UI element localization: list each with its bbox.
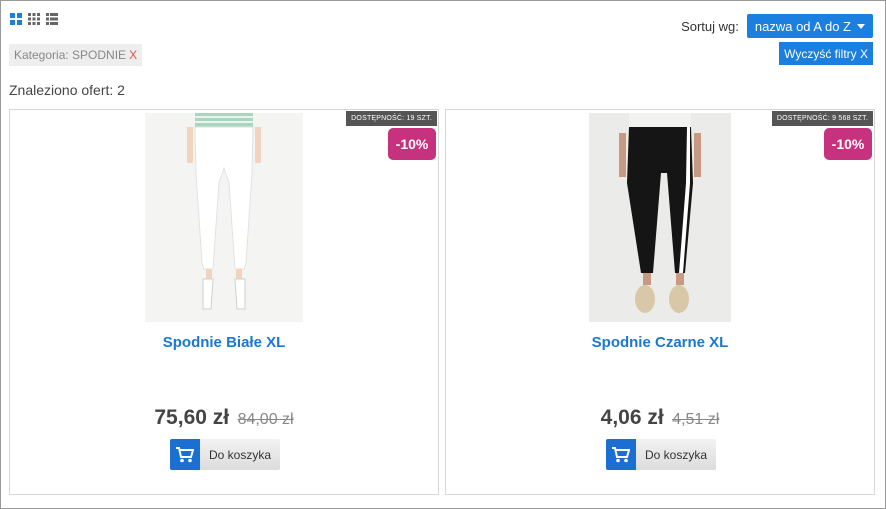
chevron-down-icon	[857, 23, 865, 29]
price-row: 4,06 zł 4,51 zł	[446, 406, 874, 430]
product-name-link[interactable]: Spodnie Czarne XL	[446, 334, 874, 351]
product-card: DOSTĘPNOŚĆ: 9 568 SZT. -10% Spodnie Czar…	[445, 109, 875, 495]
cart-icon	[606, 439, 636, 470]
stock-badge: DOSTĘPNOŚĆ: 9 568 SZT.	[771, 111, 873, 126]
sort-label: Sortuj wg:	[681, 18, 739, 34]
sort-select[interactable]: nazwa od A do Z	[746, 14, 873, 38]
results-count: Znaleziono ofert: 2	[9, 82, 125, 98]
add-to-cart-button[interactable]: Do koszyka	[170, 439, 280, 470]
filter-tag-label: Kategoria: SPODNIE	[14, 48, 127, 62]
add-to-cart-label: Do koszyka	[636, 439, 716, 470]
price-row: 75,60 zł 84,00 zł	[10, 406, 438, 430]
remove-filter-button[interactable]: X	[129, 48, 137, 62]
clear-filters-button[interactable]: Wyczyść filtry X	[779, 42, 873, 65]
stock-badge: DOSTĘPNOŚĆ: 19 SZT.	[346, 111, 437, 126]
old-price: 4,51 zł	[672, 411, 720, 428]
old-price: 84,00 zł	[237, 411, 294, 428]
current-price: 4,06 zł	[600, 406, 664, 429]
product-name-link[interactable]: Spodnie Białe XL	[10, 334, 438, 351]
cart-icon	[170, 439, 200, 470]
grid-small-view-icon[interactable]	[28, 13, 40, 25]
sort-select-value: nazwa od A do Z	[754, 18, 851, 34]
grid-large-view-icon[interactable]	[10, 13, 22, 25]
product-listing-panel: Sortuj wg: nazwa od A do Z Wyczyść filtr…	[0, 0, 886, 509]
add-to-cart-button[interactable]: Do koszyka	[606, 439, 716, 470]
current-price: 75,60 zł	[154, 406, 230, 429]
sort-control: Sortuj wg: nazwa od A do Z	[681, 14, 873, 38]
product-image[interactable]	[145, 113, 303, 322]
view-switcher	[10, 13, 58, 25]
active-filter-tag: Kategoria: SPODNIE X	[9, 44, 143, 66]
product-image[interactable]	[589, 113, 731, 322]
discount-badge: -10%	[824, 128, 872, 160]
list-view-icon[interactable]	[46, 13, 58, 25]
add-to-cart-label: Do koszyka	[200, 439, 280, 470]
discount-badge: -10%	[388, 128, 436, 160]
product-card: DOSTĘPNOŚĆ: 19 SZT. -10% Spodnie Białe X…	[9, 109, 439, 495]
